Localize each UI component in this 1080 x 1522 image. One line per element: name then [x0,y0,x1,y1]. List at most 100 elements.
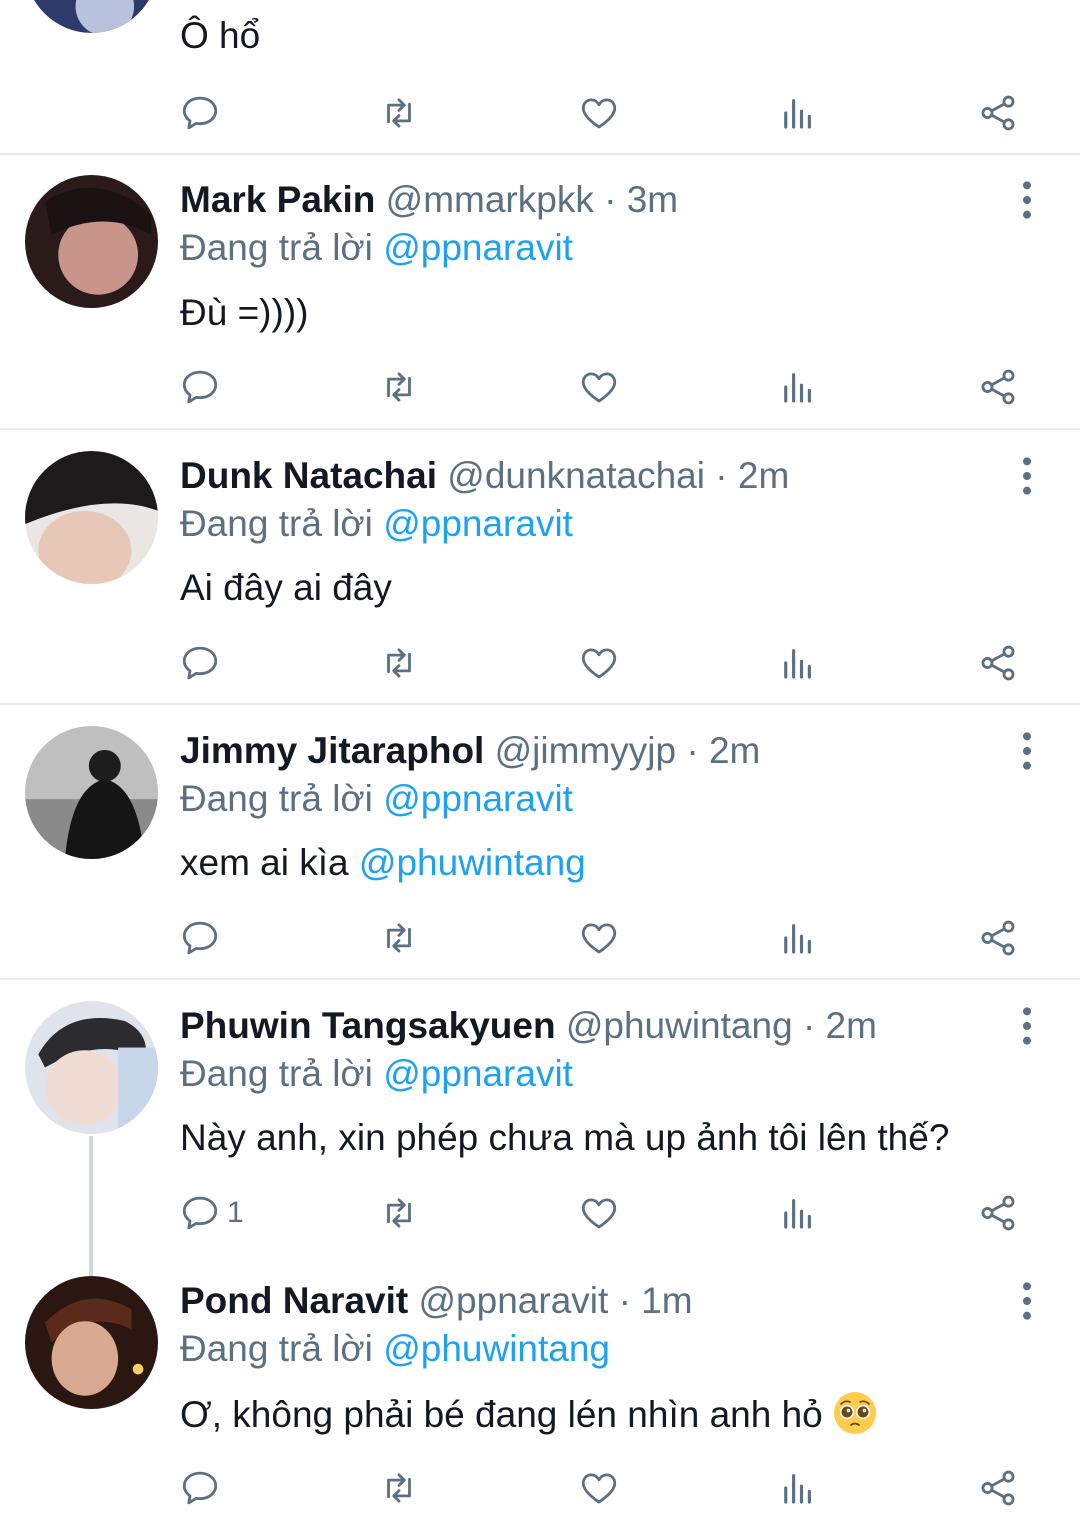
tweet-actions [0,88,1080,138]
reply-button[interactable] [179,88,221,138]
tweet-header: Pond Naravit @ppnaravit · 1m [180,1279,693,1323]
mention-link[interactable]: @ppnaravit [383,503,573,544]
analytics-icon [784,373,811,403]
share-button[interactable] [977,88,1019,138]
share-button[interactable] [977,913,1019,963]
reply-icon [182,921,218,955]
reply-button[interactable] [179,362,221,412]
analytics-icon [784,924,811,954]
heart-icon [581,648,617,679]
tweet-text-body: Ơ, không phải bé đang lén nhìn anh hỏ [180,1394,823,1435]
user-handle[interactable]: @ppnaravit [419,1280,609,1321]
retweet-button[interactable] [378,1188,420,1238]
avatar[interactable] [25,0,158,33]
mention-link[interactable]: @ppnaravit [383,227,573,268]
more-vertical-icon [1023,1282,1031,1320]
analytics-button[interactable] [777,88,819,138]
mention-link[interactable]: @phuwintang [383,1328,610,1369]
reply-button[interactable] [179,913,221,963]
tweet[interactable]: Mark Pakin @mmarkpkk · 3m Đang trả lời @… [0,155,1080,428]
retweet-button[interactable] [378,913,420,963]
tweet-header: Mark Pakin @mmarkpkk · 3m [180,178,678,222]
tweet[interactable]: Dunk Natachai @dunknatachai · 2m Đang tr… [0,430,1080,703]
share-button[interactable] [977,1463,1019,1513]
more-options-button[interactable] [1010,456,1044,496]
retweet-button[interactable] [378,362,420,412]
timestamp[interactable]: 1m [641,1280,692,1321]
tweet[interactable]: Jimmy Jitaraphol @jimmyyjp · 2m Đang trả… [0,705,1080,978]
like-button[interactable] [578,362,620,412]
user-name[interactable]: Dunk Natachai [180,455,437,496]
more-options-button[interactable] [1010,1281,1044,1321]
avatar[interactable] [25,1001,158,1134]
share-icon [981,369,1015,405]
like-button[interactable] [578,1188,620,1238]
timestamp[interactable]: 2m [738,455,789,496]
like-button[interactable] [578,913,620,963]
user-handle[interactable]: @phuwintang [566,1005,793,1046]
more-options-button[interactable] [1010,1006,1044,1046]
tweet[interactable]: Phuwin Tangsakyuen @phuwintang · 2m Đang… [0,980,1080,1255]
retweet-button[interactable] [378,88,420,138]
replying-label: Đang trả lời [180,1053,373,1094]
avatar[interactable] [25,175,158,308]
analytics-button[interactable] [777,362,819,412]
timestamp[interactable]: 2m [826,1005,877,1046]
timestamp[interactable]: 3m [627,179,678,220]
like-button[interactable] [578,88,620,138]
replying-label: Đang trả lời [180,778,373,819]
user-handle[interactable]: @jimmyyjp [495,730,676,771]
retweet-icon [387,98,411,128]
separator-dot: · [715,455,728,496]
more-options-button[interactable] [1010,180,1044,220]
more-vertical-icon [1023,732,1031,770]
reply-icon [182,646,218,680]
tweet[interactable]: Pond Naravit @ppnaravit · 1m Đang trả lờ… [0,1255,1080,1522]
like-button[interactable] [578,638,620,688]
pleading-face-emoji [834,1392,877,1434]
reply-button[interactable] [179,638,221,688]
tweet-partial-top[interactable]: Ô hổ [0,0,1080,153]
retweet-button[interactable] [378,638,420,688]
separator-dot: · [802,1005,816,1046]
share-icon [981,1195,1015,1231]
share-icon [981,645,1015,681]
more-options-button[interactable] [1010,731,1044,771]
retweet-icon [387,372,411,402]
mention-link[interactable]: @ppnaravit [383,778,573,819]
retweet-button[interactable] [378,1463,420,1513]
share-button[interactable] [977,362,1019,412]
more-vertical-icon [1023,1007,1031,1045]
user-name[interactable]: Phuwin Tangsakyuen [180,1005,556,1046]
analytics-button[interactable] [777,638,819,688]
avatar[interactable] [25,726,158,859]
analytics-icon [784,649,811,679]
separator-dot: · [618,1280,631,1321]
user-name[interactable]: Jimmy Jitaraphol [180,730,484,771]
replying-to: Đang trả lời @ppnaravit [180,777,573,821]
user-handle[interactable]: @mmarkpkk [386,179,594,220]
mention-link[interactable]: @ppnaravit [383,1053,573,1094]
reply-icon [182,1471,218,1505]
tweet-text: xem ai kìa @phuwintang [180,841,586,885]
analytics-button[interactable] [777,913,819,963]
tweet-text: Ô hổ [180,15,261,56]
reply-button[interactable]: 1 [179,1188,244,1238]
separator-dot: · [604,179,617,220]
share-icon [981,95,1015,131]
tweet-actions [0,362,1080,412]
analytics-button[interactable] [777,1463,819,1513]
avatar[interactable] [25,451,158,584]
analytics-button[interactable] [777,1188,819,1238]
user-name[interactable]: Pond Naravit [180,1280,408,1321]
reply-button[interactable] [179,1463,221,1513]
share-button[interactable] [977,1188,1019,1238]
share-button[interactable] [977,638,1019,688]
retweet-icon [387,648,411,678]
avatar[interactable] [25,1276,158,1409]
user-name[interactable]: Mark Pakin [180,179,375,220]
like-button[interactable] [578,1463,620,1513]
timestamp[interactable]: 2m [709,730,760,771]
mention-link[interactable]: @phuwintang [359,842,586,883]
user-handle[interactable]: @dunknatachai [447,455,705,496]
